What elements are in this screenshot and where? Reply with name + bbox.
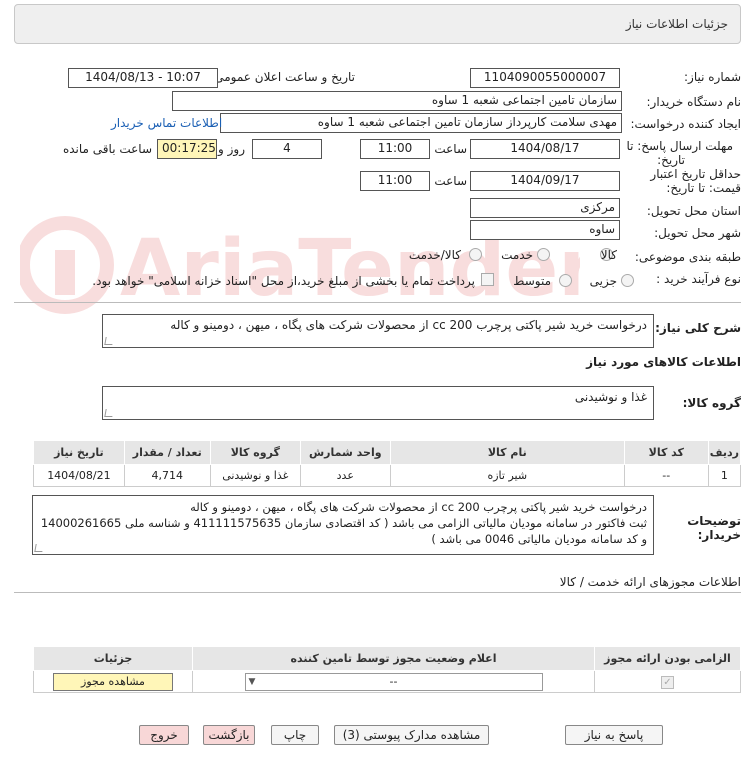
validity-time-label: ساعت (434, 174, 467, 188)
permits-table: الزامی بودن ارائه مجوز اعلام وضعیت مجوز … (33, 646, 741, 693)
buyer-org-field: سازمان تامین اجتماعی شعبه 1 ساوه (172, 91, 622, 111)
announce-label: تاریخ و ساعت اعلان عمومی: (210, 70, 355, 84)
goods-group-text: غذا و نوشیدنی (574, 390, 647, 404)
goods-table-header: ردیف کد کالا نام کالا واحد شمارش گروه کا… (33, 440, 742, 465)
cell-need-date: 1404/08/21 (33, 464, 125, 487)
cell-permit-required: ✓ (594, 670, 741, 693)
buyer-notes-label-2: خریدار: (697, 528, 741, 542)
buyer-notes-line-3: و کد سامانه مودیان مالیاتی 0046 می باشد … (431, 532, 647, 546)
goods-group-label: گروه کالا: (682, 396, 741, 410)
category-radio-both[interactable] (469, 248, 482, 261)
cell-row-number: 1 (707, 464, 742, 487)
category-option-both: کالا/خدمت (408, 248, 461, 262)
city-label: شهر محل تحویل: (654, 226, 741, 240)
deadline-time-field: 11:00 (360, 139, 430, 159)
category-label: طبقه بندی موضوعی: (634, 250, 741, 264)
process-option-medium: متوسط (513, 274, 551, 288)
category-radio-service[interactable] (537, 248, 550, 261)
goods-table: ردیف کد کالا نام کالا واحد شمارش گروه کا… (33, 440, 742, 487)
cell-unit: عدد (299, 464, 391, 487)
announce-field: 1404/08/13 - 10:07 (68, 68, 218, 88)
exit-button[interactable]: خروج (139, 725, 189, 745)
col-item-code: کد کالا (623, 440, 709, 465)
col-group: گروه کالا (209, 440, 301, 465)
col-quantity: تعداد / مقدار (123, 440, 211, 465)
col-row-number: ردیف (707, 440, 742, 465)
page-header: جزئیات اطلاعات نیاز (14, 4, 741, 44)
validity-date-field: 1404/09/17 (470, 171, 620, 191)
summary-label: شرح کلی نیاز: (655, 321, 741, 335)
col-permit-details: جزئیات (33, 646, 193, 671)
province-label: استان محل تحویل: (646, 204, 741, 218)
col-unit: واحد شمارش (299, 440, 391, 465)
back-button[interactable]: بازگشت (203, 725, 255, 745)
summary-textarea[interactable]: درخواست خرید شیر پاکتی پرچرب cc 200 از م… (102, 314, 654, 348)
page-title: جزئیات اطلاعات نیاز (625, 17, 728, 31)
days-label: روز و (218, 142, 245, 156)
validity-label: حداقل تاریخ اعتبار (650, 167, 741, 181)
chevron-down-icon: ▼ (248, 676, 256, 687)
table-row: ✓ -- ▼ مشاهده مجوز (33, 670, 741, 693)
permit-required-checkbox[interactable]: ✓ (661, 675, 674, 689)
cell-item-name: شیر تازه (389, 464, 625, 487)
process-option-minor: جزیی (589, 274, 617, 288)
process-label: نوع فرآیند خرید : (656, 272, 741, 286)
creator-field: مهدی سلامت کارپرداز سازمان تامین اجتماعی… (220, 113, 622, 133)
permit-status-value: -- (389, 674, 398, 688)
col-item-name: نام کالا (389, 440, 625, 465)
process-radio-minor[interactable] (621, 274, 634, 287)
deadline-label-2: تاریخ: (657, 153, 685, 167)
treasury-checkbox[interactable] (481, 273, 494, 286)
deadline-date-field: 1404/08/17 (470, 139, 620, 159)
divider (14, 592, 741, 593)
table-row: 1 -- شیر تازه عدد غذا و نوشیدنی 4,714 14… (33, 464, 742, 487)
buyer-notes-label: توضیحات (687, 514, 741, 528)
creator-label: ایجاد کننده درخواست: (630, 117, 741, 131)
buyer-org-label: نام دستگاه خریدار: (646, 95, 742, 109)
city-field: ساوه (470, 220, 620, 240)
col-permit-required: الزامی بودن ارائه مجوز (594, 646, 741, 671)
view-permit-button[interactable]: مشاهده مجوز (53, 672, 173, 691)
province-field: مرکزی (470, 198, 620, 218)
attachments-button[interactable]: مشاهده مدارک پیوستی (3) (334, 725, 489, 745)
process-radio-medium[interactable] (559, 274, 572, 287)
resize-handle[interactable] (34, 544, 44, 552)
remaining-time-label: ساعت باقی مانده (62, 142, 152, 156)
treasury-note: پرداخت تمام یا بخشی از مبلغ خرید،از محل … (92, 274, 475, 288)
days-field: 4 (252, 139, 322, 159)
buyer-notes-line-1: درخواست خرید شیر پاکتی پرچرب cc 200 از م… (190, 500, 647, 514)
goods-section-title: اطلاعات کالاهای مورد نیاز (586, 355, 741, 369)
deadline-label: مهلت ارسال پاسخ: تا (626, 139, 733, 153)
permit-status-select[interactable]: -- ▼ (244, 672, 543, 691)
deadline-time-label: ساعت (434, 142, 467, 156)
divider (14, 302, 741, 303)
resize-handle[interactable] (104, 409, 114, 417)
validity-time-field: 11:00 (360, 171, 430, 191)
buyer-contact-link[interactable]: اطلاعات تماس خریدار (111, 116, 222, 130)
col-permit-status: اعلام وضعیت مجوز توسط تامین کننده (192, 646, 595, 671)
remaining-time-field: 00:17:25 (157, 139, 217, 159)
permits-table-header: الزامی بودن ارائه مجوز اعلام وضعیت مجوز … (33, 646, 741, 671)
permits-title: اطلاعات مجوزهای ارائه خدمت / کالا (559, 575, 741, 589)
col-need-date: تاریخ نیاز (33, 440, 125, 465)
validity-label-2: قیمت: تا تاریخ: (666, 181, 741, 195)
category-option-service: خدمت (501, 248, 533, 262)
goods-group-textarea[interactable]: غذا و نوشیدنی (102, 386, 654, 420)
summary-text: درخواست خرید شیر پاکتی پرچرب cc 200 از م… (170, 318, 647, 332)
need-number-field: 1104090055000007 (470, 68, 620, 88)
category-option-goods: کالا (600, 248, 617, 262)
resize-handle[interactable] (104, 337, 114, 345)
reply-button[interactable]: پاسخ به نیاز (565, 725, 663, 745)
cell-item-code: -- (623, 464, 709, 487)
need-number-label: شماره نیاز: (684, 70, 741, 84)
cell-group: غذا و نوشیدنی (209, 464, 301, 487)
buyer-notes-line-2: ثبت فاکتور در سامانه مودیان مالیاتی الزا… (40, 516, 647, 530)
cell-permit-status: -- ▼ (192, 670, 595, 693)
cell-permit-details: مشاهده مجوز (33, 670, 193, 693)
buyer-notes-textarea[interactable]: درخواست خرید شیر پاکتی پرچرب cc 200 از م… (32, 495, 654, 555)
cell-quantity: 4,714 (123, 464, 211, 487)
print-button[interactable]: چاپ (271, 725, 319, 745)
